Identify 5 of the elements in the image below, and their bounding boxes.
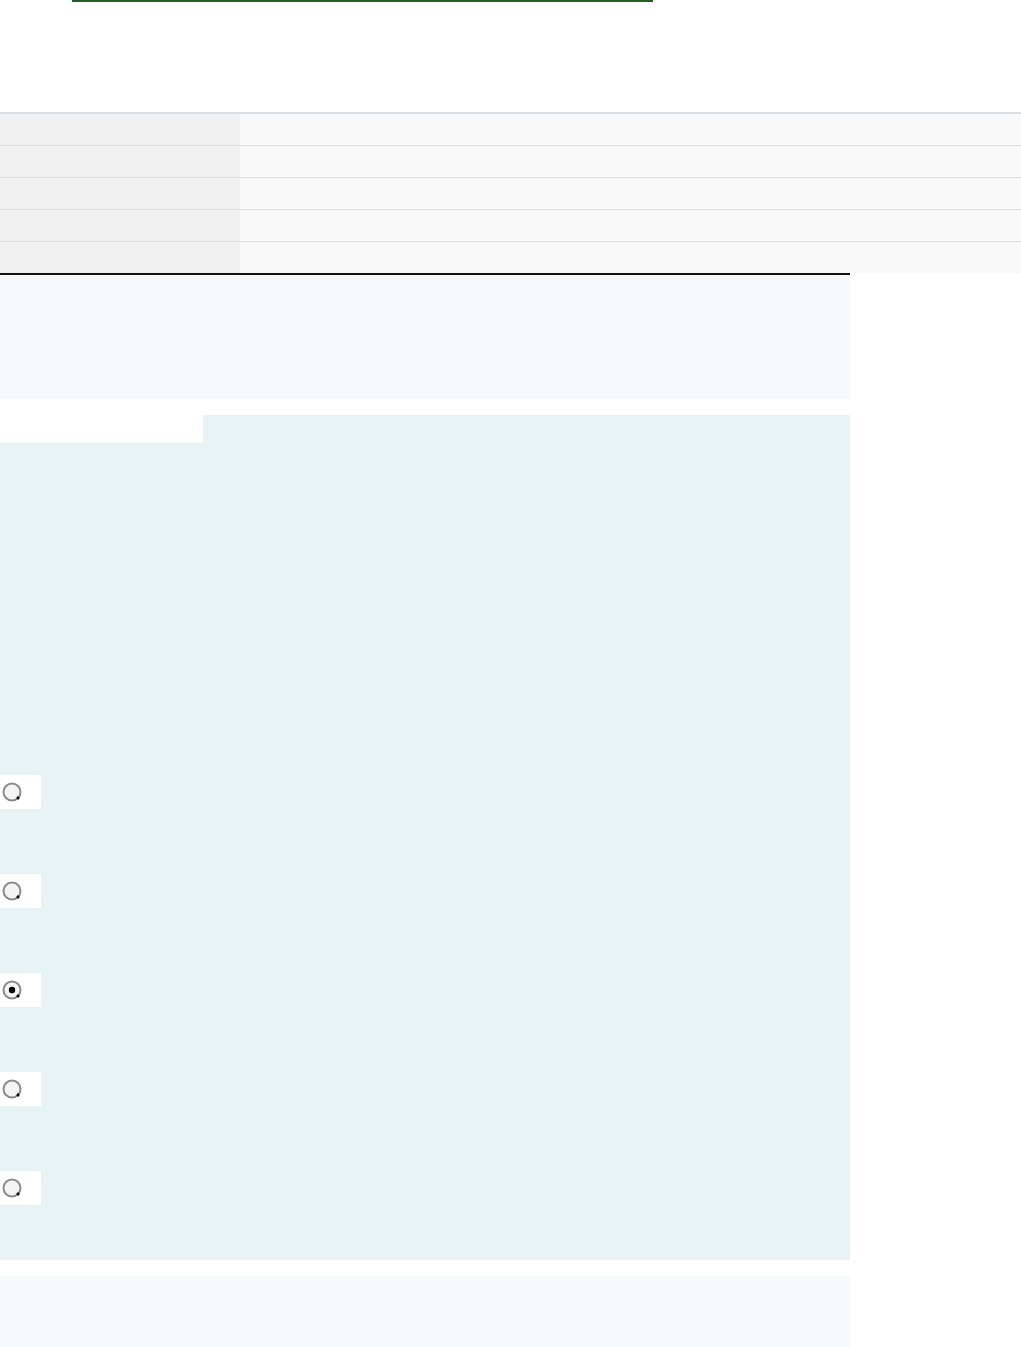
- radio-button[interactable]: [2, 1178, 22, 1198]
- radio-button[interactable]: [2, 980, 22, 1000]
- radio-button[interactable]: [2, 881, 22, 901]
- radio-button[interactable]: [2, 1079, 22, 1099]
- radio-button[interactable]: [2, 782, 22, 802]
